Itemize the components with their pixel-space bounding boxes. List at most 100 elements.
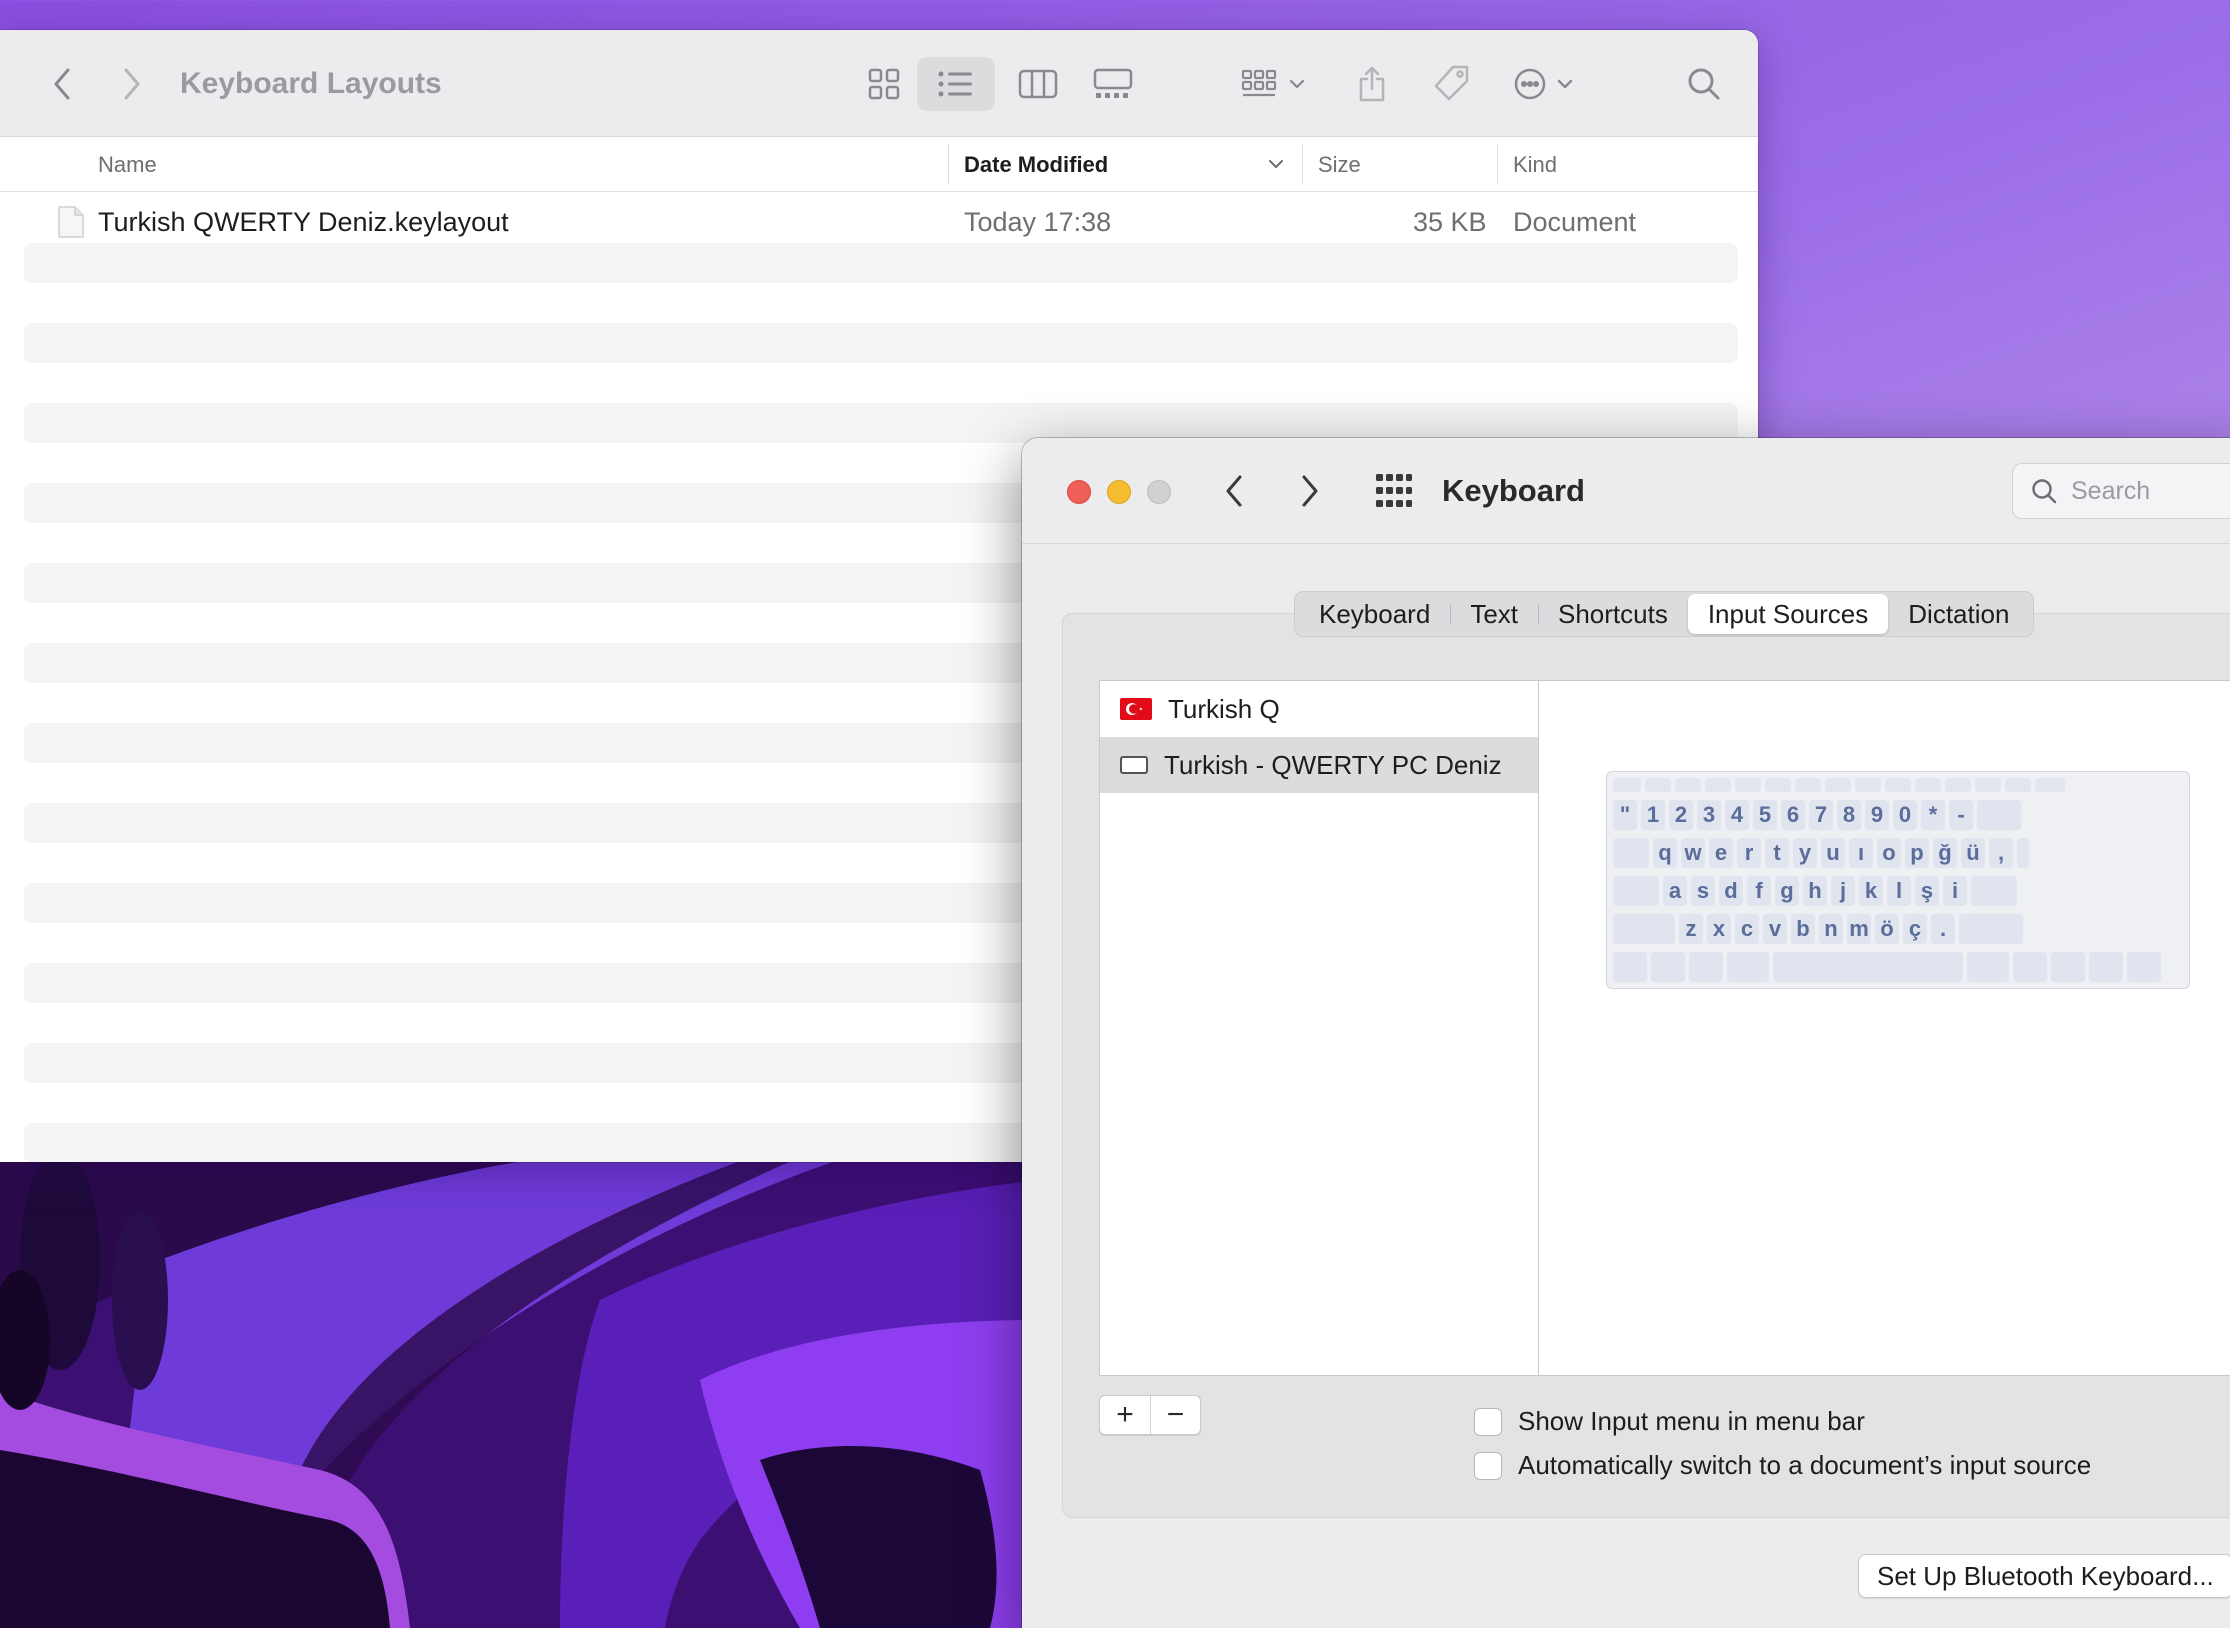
keyboard-key: 3 <box>1697 800 1721 830</box>
column-separator[interactable] <box>1497 144 1498 184</box>
column-view-icon[interactable] <box>1014 30 1062 137</box>
keyboard-key: ü <box>1961 838 1985 868</box>
column-separator[interactable] <box>948 144 949 184</box>
keyboard-key: v <box>1763 914 1787 944</box>
document-icon <box>58 192 84 238</box>
keyboard-key: a <box>1663 876 1687 906</box>
tab-shortcuts[interactable]: Shortcuts <box>1538 594 1688 634</box>
search-placeholder: Search <box>2071 476 2151 505</box>
share-icon[interactable] <box>1350 30 1394 137</box>
function-key-row <box>1613 778 2065 792</box>
file-row[interactable]: Turkish QWERTY Deniz.keylayout Today 17:… <box>0 192 1758 253</box>
keyboard-layout-preview: " 1 2 3 4 5 6 7 8 9 0 * - qwertyuıopğü, asdfghjklşi … <box>1606 771 2190 989</box>
finder-window-title: Keyboard Layouts <box>180 67 442 100</box>
list-item[interactable]: Turkish - QWERTY PC Deniz <box>1100 737 1538 793</box>
prefs-window-title: Keyboard <box>1442 473 1585 508</box>
zoom-button[interactable] <box>1147 480 1171 504</box>
keyboard-key: k <box>1859 876 1883 906</box>
column-separator[interactable] <box>1302 144 1303 184</box>
column-size[interactable]: Size <box>1318 137 1361 192</box>
column-name[interactable]: Name <box>98 137 157 192</box>
list-view-icon[interactable] <box>934 30 978 137</box>
keyboard-key: b <box>1791 914 1815 944</box>
prefs-toolbar: Keyboard Search <box>1022 438 2230 544</box>
list-item[interactable]: Turkish Q <box>1100 681 1538 737</box>
qwerty-key-row: qwertyuıopğü, <box>1613 838 2029 868</box>
keyboard-key: " <box>1613 800 1637 830</box>
show-input-menu-checkbox[interactable] <box>1474 1407 1502 1436</box>
keyboard-key: , <box>1989 838 2013 868</box>
close-button[interactable] <box>1067 480 1091 504</box>
minimize-button[interactable] <box>1107 480 1131 504</box>
keyboard-key: 9 <box>1865 800 1889 830</box>
icon-view-icon[interactable] <box>862 30 906 137</box>
more-icon[interactable] <box>1510 30 1582 137</box>
desktop-wallpaper <box>0 1140 1040 1628</box>
file-name: Turkish QWERTY Deniz.keylayout <box>98 207 509 237</box>
file-size: 35 KB <box>1413 207 1487 237</box>
keyboard-key: n <box>1819 914 1843 944</box>
keyboard-key: 1 <box>1641 800 1665 830</box>
finder-toolbar: Keyboard Layouts <box>0 30 1758 137</box>
keyboard-key: 7 <box>1809 800 1833 830</box>
modifier-key <box>1613 838 1649 868</box>
group-icon[interactable] <box>1236 30 1316 137</box>
keyboard-key: ı <box>1849 838 1873 868</box>
keyboard-key: u <box>1821 838 1845 868</box>
sort-chevron-icon[interactable] <box>1268 137 1284 169</box>
column-date-modified[interactable]: Date Modified <box>964 137 1108 192</box>
modifier-key <box>2017 838 2029 868</box>
tab-dictation[interactable]: Dictation <box>1888 594 2029 634</box>
tab-input-sources[interactable]: Input Sources <box>1687 594 1889 634</box>
setup-bluetooth-keyboard-button[interactable]: Set Up Bluetooth Keyboard... <box>1858 1554 2230 1598</box>
auto-switch-checkbox[interactable] <box>1474 1451 1502 1480</box>
search-icon[interactable] <box>1682 30 1726 137</box>
gallery-view-icon[interactable] <box>1088 30 1138 137</box>
keyboard-key: z <box>1679 914 1703 944</box>
keyboard-key: q <box>1653 838 1677 868</box>
tab-text[interactable]: Text <box>1450 594 1538 634</box>
keyboard-key: m <box>1847 914 1871 944</box>
modifier-key <box>1959 914 2023 944</box>
keyboard-key: d <box>1719 876 1743 906</box>
modifier-key <box>1971 876 2017 906</box>
space-key-row <box>1613 952 2161 982</box>
keyboard-preferences-window: Keyboard Search Keyboard Text Shortcuts … <box>1022 438 2230 1628</box>
keyboard-key: x <box>1707 914 1731 944</box>
column-kind[interactable]: Kind <box>1513 137 1557 192</box>
file-date-modified: Today 17:38 <box>964 207 1112 237</box>
keyboard-key: f <box>1747 876 1771 906</box>
modifier-key <box>1613 914 1675 944</box>
search-field[interactable]: Search <box>2012 463 2230 519</box>
keyboard-key: 4 <box>1725 800 1749 830</box>
tag-icon[interactable] <box>1426 30 1476 137</box>
forward-icon[interactable] <box>110 30 154 137</box>
back-icon[interactable] <box>1224 474 1244 513</box>
show-input-menu-option[interactable]: Show Input menu in menu bar <box>1474 1406 1865 1437</box>
input-sources-list: Turkish Q Turkish - QWERTY PC Deniz <box>1099 680 1539 1376</box>
auto-switch-option[interactable]: Automatically switch to a document’s inp… <box>1474 1450 2091 1481</box>
modifier-key <box>1613 876 1659 906</box>
add-input-source-button[interactable]: + <box>1100 1396 1150 1434</box>
tab-keyboard[interactable]: Keyboard <box>1299 594 1450 634</box>
input-source-label: Turkish - QWERTY PC Deniz <box>1164 749 1502 780</box>
show-all-grid-icon[interactable] <box>1376 474 1412 513</box>
forward-icon[interactable] <box>1300 474 1320 513</box>
keyboard-key: - <box>1949 800 1973 830</box>
keyboard-key: ç <box>1903 914 1927 944</box>
empty-row-stripe <box>24 323 1738 363</box>
modifier-key <box>1977 800 2021 830</box>
keyboard-key: l <box>1887 876 1911 906</box>
keyboard-key: r <box>1737 838 1761 868</box>
keyboard-key: g <box>1775 876 1799 906</box>
file-kind: Document <box>1513 207 1637 237</box>
keyboard-key: i <box>1943 876 1967 906</box>
keyboard-key: ğ <box>1933 838 1957 868</box>
keyboard-key: ş <box>1915 876 1939 906</box>
keyboard-key: t <box>1765 838 1789 868</box>
back-icon[interactable] <box>40 30 84 137</box>
number-key-row: " 1 2 3 4 5 6 7 8 9 0 * - <box>1613 800 2021 830</box>
home-key-row: asdfghjklşi <box>1613 876 2017 906</box>
remove-input-source-button[interactable]: − <box>1150 1396 1200 1434</box>
tab-bar: Keyboard Text Shortcuts Input Sources Di… <box>1294 591 2035 637</box>
